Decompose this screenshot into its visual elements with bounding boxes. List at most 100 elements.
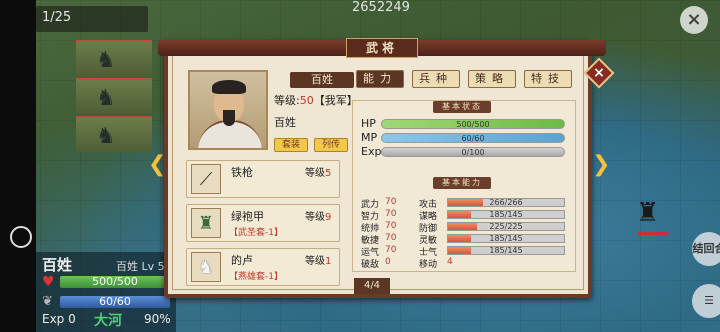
ability-bar-text: 185/145 — [489, 210, 523, 219]
unit-mp-bar: 60/60 — [60, 296, 170, 308]
equip-level: 等级1 — [305, 252, 331, 267]
general-dialog: 武将 × 百姓 等级:50【我军】 百姓 套装 列传 能力 兵种 策略 特技 ⟋… — [158, 38, 615, 298]
tab-ability[interactable]: 能力 — [356, 70, 404, 88]
mp-icon: ❦ — [42, 294, 53, 309]
unit-slot[interactable]: ♞ — [76, 78, 152, 114]
level-label: 等级: — [274, 94, 300, 107]
system-edge-bar — [0, 0, 36, 332]
ability-value: 70 — [385, 197, 397, 207]
equipment-slot-armor[interactable]: ♜ 绿袍甲 等级9 【武圣套-1】 — [186, 204, 340, 242]
terrain-label: 大河 — [94, 313, 122, 329]
ability-bar: 225/225 — [447, 222, 565, 231]
enemy-hp-bar — [638, 232, 668, 235]
soldier-icon: ♞ — [96, 48, 116, 73]
biography-button[interactable]: 列传 — [314, 138, 348, 152]
unit-hp-text: 500/500 — [92, 275, 138, 288]
unit-mp-text: 60/60 — [99, 295, 131, 308]
general-level: 等级:50【我军】 — [274, 92, 358, 108]
mp-text: 60/60 — [461, 134, 485, 143]
next-general-arrow-icon[interactable]: ❯ — [592, 152, 610, 177]
close-icon: × — [593, 65, 605, 81]
tab-troops[interactable]: 兵种 — [412, 70, 460, 88]
general-portrait — [188, 70, 268, 150]
close-icon[interactable]: × — [680, 6, 708, 34]
heart-icon: ♥ — [42, 274, 55, 290]
ability-value: 70 — [385, 245, 397, 255]
ability-value: 70 — [385, 209, 397, 219]
ability-bar: 266/266 — [447, 198, 565, 207]
ability-value: 0 — [385, 257, 391, 267]
ability-row: 运气 70 士气 185/145 — [361, 245, 571, 258]
ability-bar-text: 266/266 — [489, 198, 523, 207]
stat-panel: 基本状态 HP 500/500 MP 60/60 Exp 0/100 基本能力 … — [352, 100, 576, 272]
equip-level-value: 9 — [325, 212, 332, 223]
general-name: 百姓 — [274, 116, 296, 129]
dialog-title: 武将 — [346, 38, 418, 58]
equip-set-button[interactable]: 套装 — [274, 138, 308, 152]
ability-value: 70 — [385, 221, 397, 231]
equipment-slot-weapon[interactable]: ⟋ 铁枪 等级5 — [186, 160, 340, 198]
ability-bar: 185/145 — [447, 246, 565, 255]
unit-name: 百姓 — [42, 256, 73, 274]
page-indicator: 4/4 — [354, 278, 390, 294]
ability-label-2: 移动 — [419, 260, 438, 270]
menu-icon: ☰ — [704, 294, 714, 307]
unit-hp-bar: 500/500 — [60, 276, 170, 288]
ability-bar-text: 225/225 — [489, 222, 523, 231]
hp-bar: 500/500 — [381, 119, 565, 129]
ability-bar: 185/145 — [447, 234, 565, 243]
ability-row: 智力 70 谋略 185/145 — [361, 209, 571, 222]
ability-bar-text: 185/145 — [489, 234, 523, 243]
unit-info-panel: 百姓 百姓 Lv 50 ♥ 500/500 ❦ 60/60 Exp 0 大河 9… — [36, 252, 176, 332]
ability-bar-text: 185/145 — [489, 246, 523, 255]
equip-level-label: 等级 — [305, 256, 325, 267]
exp-label: Exp — [361, 145, 382, 158]
ability-label: 破敌 — [361, 260, 380, 270]
mp-label: MP — [361, 131, 378, 144]
unit-list: ♞ ♞ ♞ — [76, 40, 152, 154]
ability-row: 统帅 70 防御 225/225 — [361, 221, 571, 234]
equip-level-value: 1 — [325, 256, 332, 267]
soldier-icon: ♞ — [96, 86, 116, 111]
general-name-badge: 百姓 — [290, 72, 354, 88]
equip-level: 等级5 — [305, 164, 331, 179]
menu-button[interactable]: ☰ — [692, 284, 720, 318]
equip-name: 铁枪 — [231, 166, 253, 179]
armor-icon: ♜ — [191, 208, 221, 238]
ability-row: 破敌 0 移动 4 — [361, 257, 571, 270]
enemy-unit[interactable]: ♜ — [636, 198, 668, 235]
end-turn-button[interactable]: 结回合 — [692, 232, 720, 266]
portrait-beard — [223, 110, 235, 126]
ability-value: 70 — [385, 233, 397, 243]
gold-amount: 2652249 — [352, 0, 410, 15]
equip-level-label: 等级 — [305, 212, 325, 223]
equip-level: 等级9 — [305, 208, 331, 223]
status-title: 基本状态 — [433, 101, 491, 113]
equipment-slot-horse[interactable]: ♞ 的卢 等级1 【燕雄套-1】 — [186, 248, 340, 286]
soldier-icon: ♞ — [96, 124, 116, 149]
horse-icon: ♞ — [191, 252, 221, 282]
equip-level-value: 5 — [325, 168, 332, 179]
ability-row: 武力 70 攻击 266/266 — [361, 197, 571, 210]
hp-label: HP — [361, 117, 376, 130]
level-value: 50 — [299, 94, 314, 107]
ability-bar: 185/145 — [447, 210, 565, 219]
equip-set: 【武圣套-1】 — [229, 228, 283, 238]
equip-level-label: 等级 — [305, 168, 325, 179]
terrain-percent: 90% — [144, 312, 171, 326]
side-buttons: 结回合 ☰ — [692, 232, 720, 332]
record-icon[interactable] — [10, 226, 32, 248]
tab-skills[interactable]: 特技 — [524, 70, 572, 88]
tab-strategy[interactable]: 策略 — [468, 70, 516, 88]
unit-slot[interactable]: ♞ — [76, 116, 152, 152]
mp-bar: 60/60 — [381, 133, 565, 143]
ability-value-2: 4 — [447, 257, 453, 267]
unit-slot[interactable]: ♞ — [76, 40, 152, 76]
hp-text: 500/500 — [456, 120, 490, 129]
equip-set: 【燕雄套-1】 — [229, 272, 283, 282]
portrait-hair — [212, 80, 246, 94]
equip-name: 绿袍甲 — [231, 210, 264, 223]
turn-counter: 1/25 — [36, 6, 148, 32]
spear-icon: ⟋ — [191, 164, 221, 194]
unit-exp: Exp 0 — [42, 312, 76, 326]
